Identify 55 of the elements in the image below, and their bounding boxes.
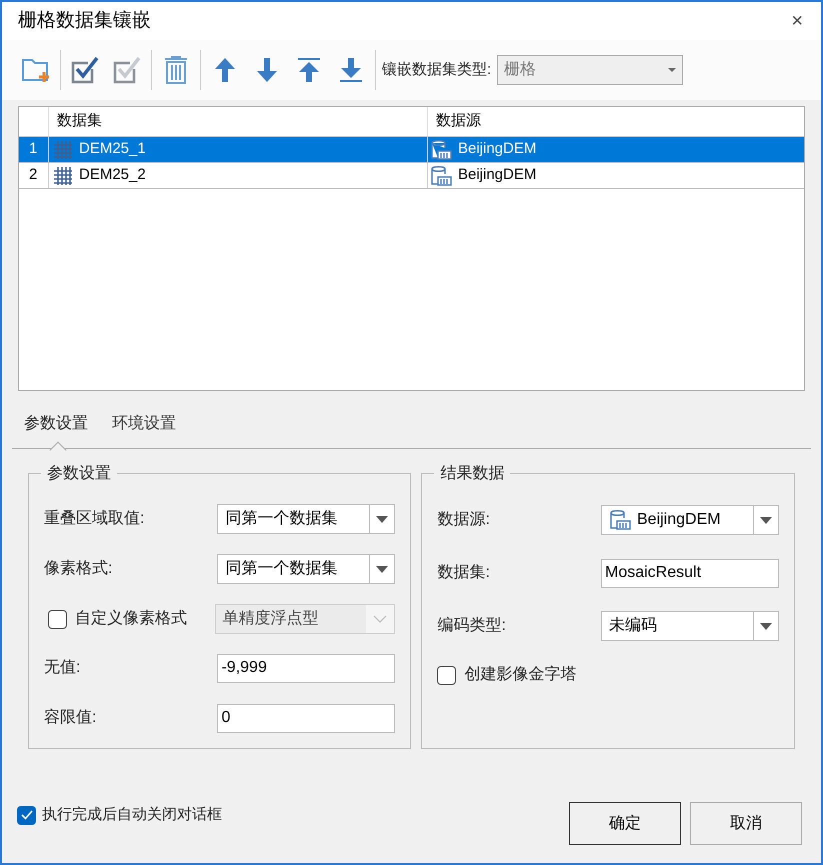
field-label: 编码类型:: [437, 616, 506, 636]
checkbox-tick-icon: [112, 55, 142, 85]
arrow-down-icon: [255, 56, 279, 84]
auto-close-label: 执行完成后自动关闭对话框: [42, 805, 222, 825]
table-cell-text: BeijingDEM: [458, 139, 536, 160]
database-icon: [430, 164, 452, 186]
caret-icon: [760, 622, 772, 630]
arrow-to-bottom-icon: [339, 56, 363, 84]
chevron-icon: [373, 615, 388, 623]
caret-icon: [376, 516, 388, 522]
arrow-up-icon: [213, 56, 237, 84]
column-header[interactable]: 数据源: [428, 107, 804, 136]
caret-icon: [760, 516, 772, 524]
dropdown[interactable]: BeijingDEM: [601, 505, 779, 535]
caret-icon: [668, 68, 676, 72]
trash-icon: [162, 55, 190, 85]
tab[interactable]: 参数设置: [24, 412, 88, 448]
dataset-type-label: 镶嵌数据集类型:: [382, 60, 492, 80]
auto-close-checkbox[interactable]: [17, 806, 36, 825]
table-row[interactable]: 1 DEM25_1 BeijingDEM: [19, 137, 804, 163]
input-field[interactable]: -9,999: [217, 654, 396, 682]
check-icon: [20, 810, 32, 820]
dropdown[interactable]: 同第一个数据集: [217, 554, 396, 584]
input-field[interactable]: MosaicResult: [601, 558, 779, 588]
row-number: 2: [19, 163, 49, 188]
field-label: 重叠区域取值:: [44, 508, 144, 529]
dropdown[interactable]: 未编码: [601, 611, 779, 641]
field-label: 数据集:: [437, 563, 490, 583]
ok-button[interactable]: 确定: [569, 802, 681, 845]
checkbox-label: 自定义像素格式: [75, 608, 187, 629]
dropdown[interactable]: 同第一个数据集: [217, 504, 396, 534]
field-label: 像素格式:: [44, 558, 112, 579]
table-cell-text: DEM25_1: [79, 139, 146, 160]
checkbox[interactable]: [437, 666, 456, 684]
table-cell-text: BeijingDEM: [458, 165, 536, 186]
cancel-button[interactable]: 取消: [690, 802, 802, 845]
checkbox-tick-icon: [70, 55, 100, 85]
checkbox-label: 创建影像金字塔: [464, 664, 576, 685]
raster-grid-icon: [53, 140, 73, 160]
column-header[interactable]: 数据集: [49, 107, 428, 136]
database-icon: [430, 138, 452, 160]
tab[interactable]: 环境设置: [112, 412, 176, 448]
table-cell-text: DEM25_2: [79, 165, 146, 186]
close-button[interactable]: ×: [791, 11, 803, 31]
caret-icon: [376, 566, 388, 572]
field-label: 数据源:: [437, 510, 490, 530]
input-field[interactable]: 0: [217, 704, 396, 732]
field-label: 容限值:: [44, 708, 96, 728]
window-title: 栅格数据集镶嵌: [18, 8, 151, 33]
database-icon: [609, 509, 631, 531]
arrow-to-top-icon: [297, 56, 321, 84]
field-label: 无值:: [44, 658, 80, 678]
row-number: 1: [19, 137, 49, 162]
raster-grid-icon: [53, 166, 73, 186]
table-row[interactable]: 2 DEM25_2 BeijingDEM: [19, 163, 804, 189]
